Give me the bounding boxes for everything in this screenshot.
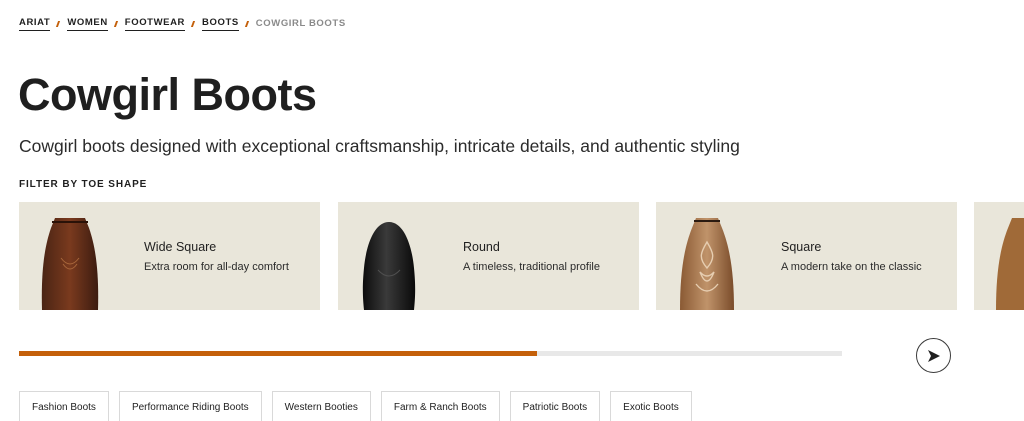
- wide-square-boot-icon: [19, 202, 144, 310]
- breadcrumb-separator: [56, 21, 61, 27]
- page-subtitle: Cowgirl boots designed with exceptional …: [19, 136, 740, 156]
- toe-card-square[interactable]: Square A modern take on the classic: [656, 202, 957, 310]
- toe-card-title: Wide Square: [144, 239, 217, 254]
- toe-card-desc: A modern take on the classic: [781, 260, 922, 273]
- chip-exotic-boots[interactable]: Exotic Boots: [610, 391, 692, 421]
- round-toe-boot-icon: [338, 202, 463, 310]
- chip-western-booties[interactable]: Western Booties: [271, 391, 371, 421]
- breadcrumb-separator: [190, 21, 196, 27]
- category-chips: Fashion Boots Performance Riding Boots W…: [19, 391, 692, 421]
- chip-performance-riding-boots[interactable]: Performance Riding Boots: [118, 391, 262, 421]
- breadcrumb-separator: [244, 21, 249, 27]
- carousel-progress-fill: [19, 351, 538, 356]
- toe-card-desc: A timeless, traditional profile: [463, 260, 600, 273]
- chip-farm-ranch-boots[interactable]: Farm & Ranch Boots: [380, 391, 500, 421]
- square-toe-boot-icon: [656, 202, 781, 310]
- breadcrumb-boots[interactable]: BOOTS: [202, 17, 239, 31]
- toe-card-round[interactable]: Round A timeless, traditional profile: [338, 202, 639, 310]
- carousel-next-button[interactable]: [916, 338, 951, 373]
- breadcrumb: ARIAT WOMEN FOOTWEAR BOOTS COWGIRL BOOTS: [19, 17, 346, 31]
- toe-card-title: Square: [781, 239, 822, 254]
- chip-patriotic-boots[interactable]: Patriotic Boots: [509, 391, 601, 421]
- breadcrumb-women[interactable]: WOMEN: [67, 17, 108, 31]
- carousel-progress-track[interactable]: [19, 351, 842, 356]
- toe-shape-carousel: Wide Square Extra room for all-day comfo…: [19, 202, 1024, 310]
- page-title: Cowgirl Boots: [18, 69, 317, 120]
- breadcrumb-ariat[interactable]: ARIAT: [19, 17, 51, 31]
- filter-label: FILTER BY TOE SHAPE: [19, 179, 148, 190]
- breadcrumb-separator: [113, 21, 118, 27]
- toe-card-wide-square[interactable]: Wide Square Extra room for all-day comfo…: [19, 202, 320, 310]
- toe-card-partial[interactable]: [974, 202, 1024, 310]
- toe-card-title: Round: [463, 239, 500, 254]
- breadcrumb-current: COWGIRL BOOTS: [255, 17, 346, 29]
- arrow-right-icon: [927, 349, 940, 362]
- toe-card-desc: Extra room for all-day comfort: [144, 260, 289, 273]
- chip-fashion-boots[interactable]: Fashion Boots: [19, 391, 109, 421]
- breadcrumb-footwear[interactable]: FOOTWEAR: [124, 17, 186, 31]
- boot-icon: [974, 202, 1024, 310]
